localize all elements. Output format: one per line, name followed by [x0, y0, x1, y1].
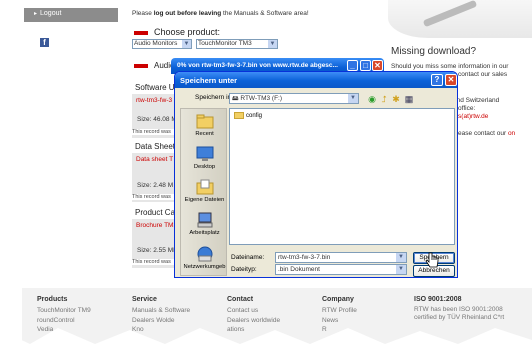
network-places-icon	[196, 246, 214, 262]
save-in-value: RTW-TM3 (F:)	[240, 95, 283, 102]
place-desktop[interactable]: Desktop	[181, 146, 228, 170]
filetype-label: Dateityp:	[231, 266, 257, 273]
close-icon[interactable]: ✕	[372, 60, 383, 71]
chevron-down-icon: ▼	[268, 40, 277, 48]
torn-edge-decoration	[0, 328, 532, 344]
footer-text: RTW has been ISO 9001:2008	[414, 306, 503, 313]
place-my-computer[interactable]: Arbeitsplatz	[181, 212, 228, 236]
webpage: Logout f Please log out before leaving t…	[0, 0, 532, 344]
footer-text: certified by TÜV Rheinland C*rt	[414, 314, 505, 321]
notice-prefix: Please	[132, 10, 154, 17]
maximize-icon[interactable]: □	[360, 60, 371, 71]
filename-input[interactable]: rtw-tm3-fw-3-7.bin ▼	[275, 252, 407, 263]
footer-link[interactable]: Manuals & Software	[132, 306, 227, 316]
place-label: Desktop	[193, 164, 216, 170]
chevron-down-icon: ▼	[348, 94, 358, 103]
right-text-link[interactable]: on	[508, 130, 515, 137]
my-computer-icon	[196, 212, 214, 228]
footer-heading: Company	[322, 296, 354, 303]
filetype-value: .bin Dokument	[278, 266, 320, 273]
category-select[interactable]: Audio Monitors ▼	[132, 39, 192, 49]
footer-heading: ISO 9001:2008	[414, 296, 462, 303]
places-bar: Recent Desktop Eigene Dateien Arbeitspla…	[180, 108, 227, 276]
download-window-title: 0% von rtw-tm3-fw-3-7.bin von www.rtw.de…	[177, 62, 338, 69]
filetype-select[interactable]: .bin Dokument ▼	[275, 264, 407, 275]
view-menu-icon[interactable]: ▦	[403, 93, 415, 105]
right-text-line: please contact our on	[453, 130, 515, 137]
place-my-documents[interactable]: Eigene Dateien	[181, 179, 228, 203]
facebook-icon[interactable]: f	[40, 38, 49, 47]
minimize-icon[interactable]: _	[347, 60, 358, 71]
place-label: Recent	[195, 131, 214, 137]
choose-product-heading: Choose product:	[134, 27, 220, 37]
help-icon[interactable]: ?	[431, 74, 443, 86]
place-label: Netzwerkumgeb	[183, 264, 226, 270]
right-text-line: Should you miss some information in our	[391, 63, 509, 70]
place-label: Arbeitsplatz	[189, 230, 220, 236]
right-text-contact: please contact our	[453, 130, 507, 137]
back-icon[interactable]: ◉	[366, 93, 378, 105]
choose-product-label: Choose product:	[154, 27, 221, 37]
product-select-value: TouchMonitor TM3	[198, 40, 252, 47]
chevron-down-icon: ▼	[396, 253, 406, 262]
close-icon[interactable]: ✕	[445, 74, 457, 86]
place-label: Eigene Dateien	[184, 197, 225, 203]
footer-heading: Service	[132, 296, 157, 303]
chevron-down-icon: ▼	[396, 265, 406, 274]
right-text-line: contact our sales	[458, 71, 508, 78]
notice-suffix: the Manuals & Software area!	[221, 10, 309, 17]
red-bar-icon	[134, 63, 148, 68]
logout-label: Logout	[40, 10, 62, 17]
filename-value: rtw-tm3-fw-3-7.bin	[278, 254, 331, 261]
save-in-dropdown[interactable]: 🖴 RTW-TM3 (F:) ▼	[229, 93, 359, 104]
new-folder-icon[interactable]: ✱	[390, 93, 402, 105]
file-size: Size: 2.55 ME	[137, 247, 178, 254]
save-as-dialog: Speichern unter ? ✕ Speichern in: 🖴 RTW-…	[174, 71, 458, 278]
save-in-label: Speichern in:	[195, 94, 233, 101]
my-documents-icon	[196, 179, 214, 195]
footer-heading: Products	[37, 296, 68, 303]
folder-icon	[234, 112, 244, 119]
file-name: config	[246, 113, 263, 120]
hand-cursor-icon	[425, 252, 439, 268]
footer-link[interactable]: Contact us	[227, 306, 322, 316]
red-bar-icon	[134, 30, 148, 35]
up-folder-icon[interactable]: ⮥	[378, 93, 390, 105]
desktop-icon	[196, 146, 214, 162]
dialog-title: Speichern unter	[175, 72, 457, 88]
pen-graphic	[422, 0, 478, 28]
footer-link[interactable]: RTW Profile	[322, 306, 417, 316]
file-list[interactable]: config	[229, 108, 455, 245]
recent-folder-icon	[196, 113, 214, 129]
footer-column-iso: ISO 9001:2008 RTW has been ISO 9001:2008…	[414, 296, 532, 322]
list-item[interactable]: config	[234, 112, 262, 119]
place-recent[interactable]: Recent	[181, 113, 228, 137]
missing-download-heading: Missing download?	[391, 46, 477, 57]
footer-link[interactable]: TouchMonitor TM9	[37, 306, 132, 316]
footer-heading: Contact	[227, 296, 254, 303]
chevron-down-icon: ▼	[182, 40, 191, 48]
file-size: Size: 46.08 M	[137, 116, 177, 123]
sales-email-link[interactable]: les(at)rtw.de	[453, 113, 488, 120]
right-text-line: and Switzerland	[453, 97, 500, 104]
notice-bold: log out before leaving	[153, 10, 222, 17]
place-network[interactable]: Netzwerkumgeb	[181, 246, 228, 270]
logout-button[interactable]: Logout	[24, 8, 118, 22]
logout-notice: Please log out before leaving the Manual…	[132, 10, 392, 17]
file-size: Size: 2.48 M	[137, 182, 174, 189]
teaser-image	[388, 0, 532, 38]
filename-label: Dateiname:	[231, 254, 265, 261]
product-select[interactable]: TouchMonitor TM3 ▼	[196, 39, 278, 49]
left-navigation: Logout f	[24, 0, 118, 290]
category-select-value: Audio Monitors	[134, 40, 178, 47]
